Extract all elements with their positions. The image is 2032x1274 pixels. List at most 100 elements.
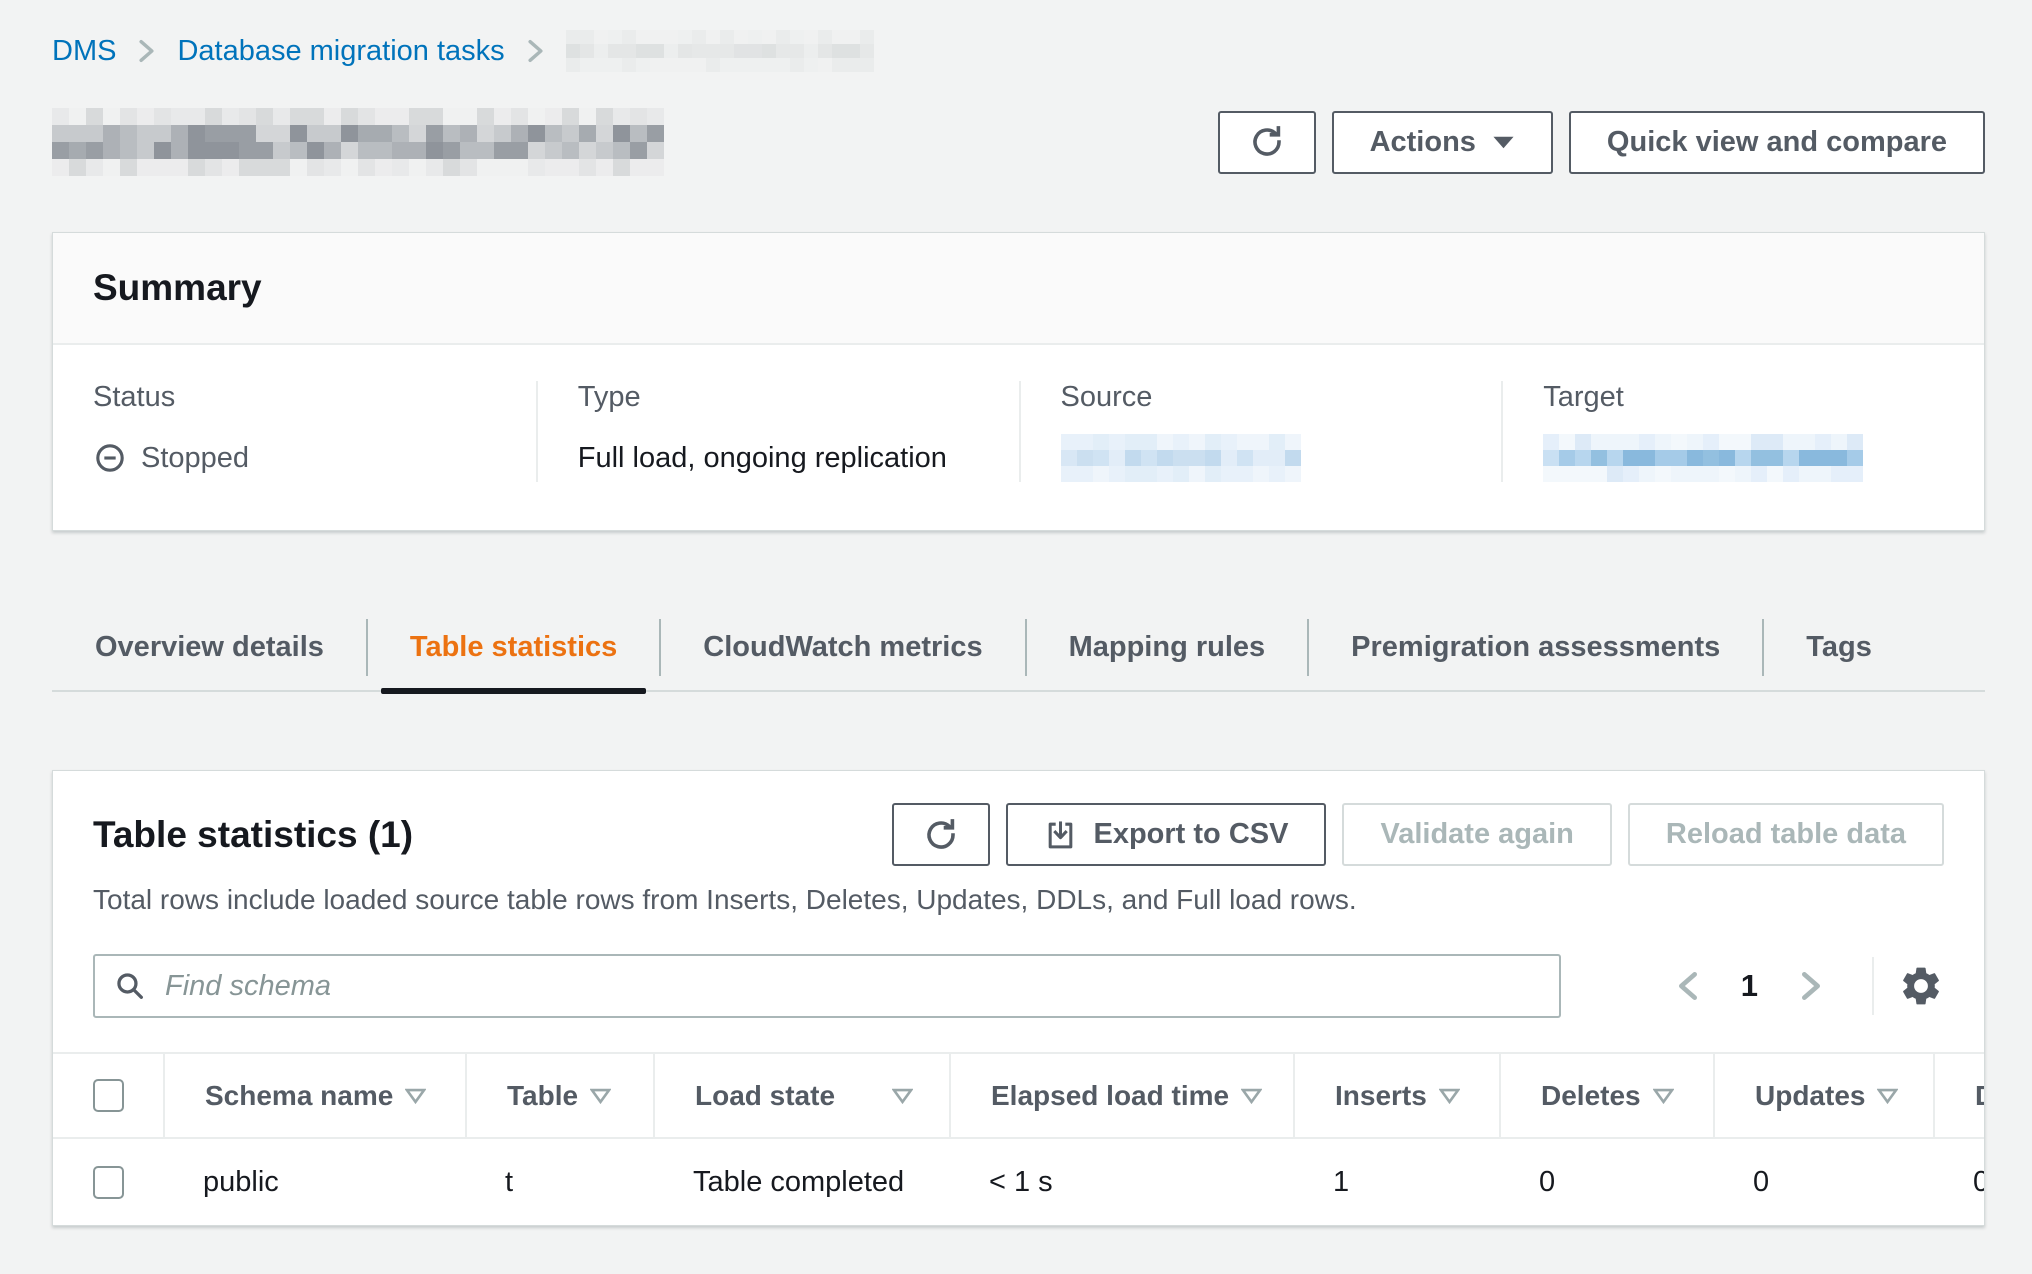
status-value: Stopped <box>93 434 496 482</box>
summary-field-source: Source <box>1019 381 1502 482</box>
table-statistics-title: Table statistics (1) <box>93 814 413 856</box>
dms-task-page: DMS Database migration tasks Actions <box>0 0 2032 1226</box>
column-header-table[interactable]: Table <box>465 1054 653 1137</box>
chevron-right-icon <box>527 39 544 63</box>
chevron-left-icon <box>1677 971 1699 1001</box>
row-checkbox-cell <box>53 1166 163 1199</box>
summary-field-type: Type Full load, ongoing replication <box>536 381 1019 482</box>
refresh-icon <box>1249 124 1285 160</box>
column-header-elapsed-load-time[interactable]: Elapsed load time <box>949 1054 1293 1137</box>
column-label: Table <box>507 1080 578 1112</box>
reload-table-data-label: Reload table data <box>1666 818 1906 851</box>
select-all-checkbox[interactable] <box>93 1079 124 1112</box>
source-label: Source <box>1061 381 1462 414</box>
quick-view-compare-label: Quick view and compare <box>1607 126 1947 159</box>
reload-table-data-button[interactable]: Reload table data <box>1628 803 1944 866</box>
chevron-right-icon <box>138 39 155 63</box>
gear-icon <box>1898 963 1944 1009</box>
cell-deletes: 0 <box>1499 1166 1713 1199</box>
search-icon <box>113 969 147 1003</box>
redacted-target-link[interactable] <box>1543 434 1863 482</box>
tab-tags[interactable]: Tags <box>1763 605 1915 690</box>
column-label: Schema name <box>205 1080 393 1112</box>
find-schema-input[interactable] <box>93 954 1561 1018</box>
tab-bar: Overview details Table statistics CloudW… <box>52 605 1985 692</box>
cell-inserts: 1 <box>1293 1166 1499 1199</box>
cell-table: t <box>465 1166 653 1199</box>
row-checkbox[interactable] <box>93 1166 124 1199</box>
column-header-updates[interactable]: Updates <box>1713 1054 1933 1137</box>
table-row: public t Table completed < 1 s 1 0 0 0 <box>53 1139 1984 1225</box>
redacted-breadcrumb-task-name <box>566 30 874 72</box>
sort-icon <box>1653 1088 1674 1104</box>
pagination-divider <box>1872 957 1874 1015</box>
cell-elapsed-load-time: < 1 s <box>949 1166 1293 1199</box>
column-label: Inserts <box>1335 1080 1427 1112</box>
column-header-deletes[interactable]: Deletes <box>1499 1054 1713 1137</box>
column-header-inserts[interactable]: Inserts <box>1293 1054 1499 1137</box>
stopped-icon <box>93 441 127 475</box>
table-refresh-button[interactable] <box>892 803 990 866</box>
sort-icon <box>590 1088 611 1104</box>
sort-icon <box>892 1088 913 1104</box>
quick-view-compare-button[interactable]: Quick view and compare <box>1569 111 1985 174</box>
column-header-schema-name[interactable]: Schema name <box>163 1054 465 1137</box>
column-label: Elapsed load time <box>991 1080 1229 1112</box>
tab-table-statistics[interactable]: Table statistics <box>367 605 660 690</box>
breadcrumb-link-dms[interactable]: DMS <box>52 35 116 68</box>
chevron-right-icon <box>1800 971 1822 1001</box>
page-header: Actions Quick view and compare <box>52 108 1985 176</box>
export-csv-label: Export to CSV <box>1093 818 1288 851</box>
table-statistics-description: Total rows include loaded source table r… <box>53 866 1984 916</box>
actions-button[interactable]: Actions <box>1332 111 1553 174</box>
redacted-page-title <box>52 108 664 176</box>
summary-field-status: Status Stopped <box>53 381 536 482</box>
breadcrumb-link-tasks[interactable]: Database migration tasks <box>177 35 504 68</box>
tab-overview-details[interactable]: Overview details <box>52 605 367 690</box>
cell-load-state: Table completed <box>653 1166 949 1199</box>
sort-icon <box>405 1088 426 1104</box>
previous-page-button[interactable] <box>1651 971 1725 1001</box>
tab-cloudwatch-metrics[interactable]: CloudWatch metrics <box>660 605 1025 690</box>
pagination: 1 <box>1651 957 1944 1015</box>
next-page-button[interactable] <box>1774 971 1848 1001</box>
column-label: D <box>1975 1080 1985 1112</box>
sort-icon <box>1877 1088 1898 1104</box>
table-statistics-header: Table statistics (1) Export to CSV Valid… <box>53 771 1984 866</box>
actions-button-label: Actions <box>1370 126 1476 159</box>
summary-title: Summary <box>53 233 1984 345</box>
download-icon <box>1044 818 1077 851</box>
validate-again-label: Validate again <box>1380 818 1573 851</box>
current-page-number: 1 <box>1725 968 1774 1004</box>
table-statistics-card: Table statistics (1) Export to CSV Valid… <box>52 770 1985 1226</box>
tab-premigration-assessments[interactable]: Premigration assessments <box>1308 605 1763 690</box>
schema-search <box>93 954 1561 1018</box>
sort-icon <box>1439 1088 1460 1104</box>
column-label: Deletes <box>1541 1080 1641 1112</box>
table-settings-button[interactable] <box>1898 963 1944 1009</box>
header-actions: Actions Quick view and compare <box>1218 111 1985 174</box>
cell-updates: 0 <box>1713 1166 1933 1199</box>
column-header-load-state[interactable]: Load state <box>653 1054 949 1137</box>
summary-card: Summary Status Stopped Type Full load, o… <box>52 232 1985 531</box>
status-label: Status <box>93 381 496 414</box>
redacted-source-link[interactable] <box>1061 434 1301 482</box>
search-row: 1 <box>53 916 1984 1052</box>
export-csv-button[interactable]: Export to CSV <box>1006 803 1326 866</box>
column-label: Load state <box>695 1080 835 1112</box>
breadcrumb: DMS Database migration tasks <box>52 30 1985 72</box>
cell-schema-name: public <box>163 1166 465 1199</box>
column-header-ddls-truncated[interactable]: D <box>1933 1054 1985 1137</box>
table-header-row: Schema name Table Load state Elapsed loa… <box>53 1052 1984 1139</box>
sort-icon <box>1241 1088 1262 1104</box>
tab-mapping-rules[interactable]: Mapping rules <box>1026 605 1309 690</box>
refresh-button[interactable] <box>1218 111 1316 174</box>
caret-down-icon <box>1492 135 1515 150</box>
summary-body: Status Stopped Type Full load, ongoing r… <box>53 345 1984 530</box>
target-label: Target <box>1543 381 1944 414</box>
target-value <box>1543 434 1944 482</box>
cell-ddls-truncated: 0 <box>1933 1166 1985 1199</box>
select-all-checkbox-cell <box>53 1054 163 1137</box>
column-label: Updates <box>1755 1080 1865 1112</box>
validate-again-button[interactable]: Validate again <box>1342 803 1611 866</box>
